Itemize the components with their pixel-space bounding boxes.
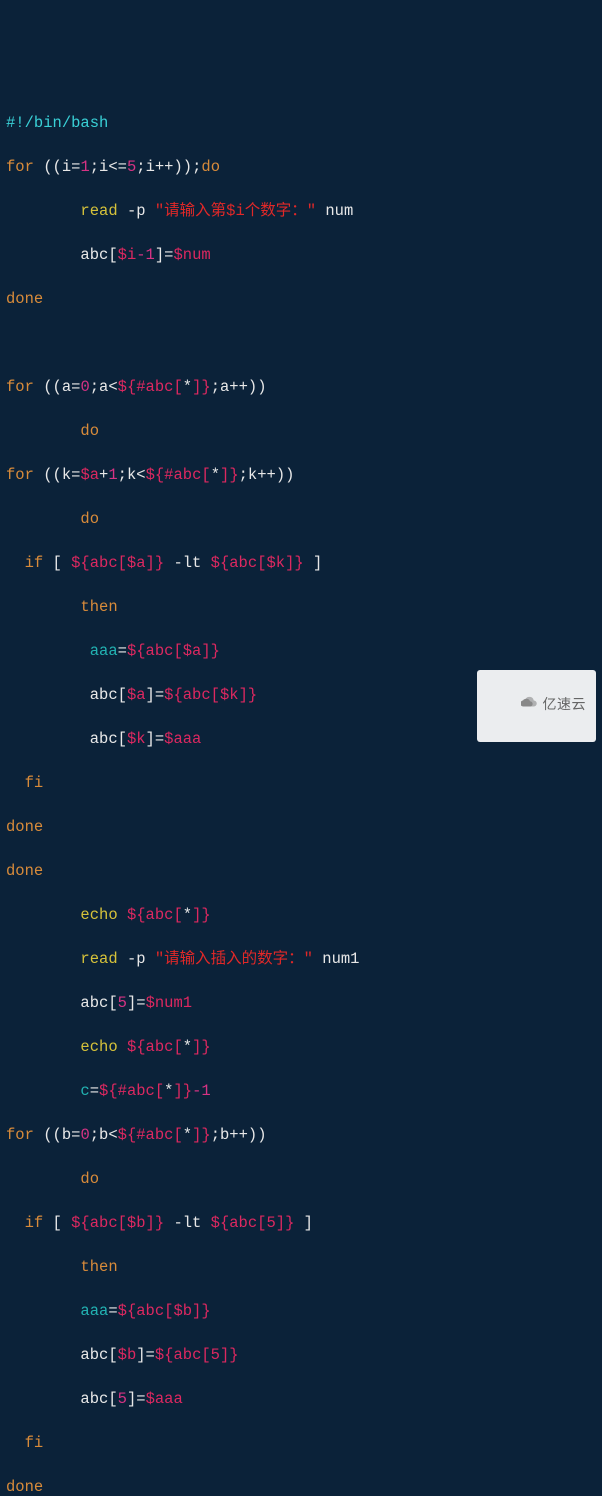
code-line: aaa=${abc[$b]} [6,1300,596,1322]
code-line: done [6,288,596,310]
code-line: done [6,860,596,882]
code-line: echo ${abc[*]} [6,1036,596,1058]
code-line [6,332,596,354]
code-line: done [6,1476,596,1496]
code-line: do [6,420,596,442]
code-line: aaa=${abc[$a]} [6,640,596,662]
code-line: read -p "请输入插入的数字：" num1 [6,948,596,970]
code-line: echo ${abc[*]} [6,904,596,926]
code-block: #!/bin/bash for ((i=1;i<=5;i++));do read… [6,90,596,1496]
watermark: 亿速云 [477,670,596,742]
code-line: then [6,596,596,618]
code-line: abc[5]=$aaa [6,1388,596,1410]
code-line: abc[$b]=${abc[5]} [6,1344,596,1366]
cloud-icon [485,673,539,739]
code-line: if [ ${abc[$a]} -lt ${abc[$k]} ] [6,552,596,574]
code-line: for ((k=$a+1;k<${#abc[*]};k++)) [6,464,596,486]
code-line: abc[5]=$num1 [6,992,596,1014]
code-line: if [ ${abc[$b]} -lt ${abc[5]} ] [6,1212,596,1234]
watermark-text: 亿速云 [543,695,587,717]
code-line: done [6,816,596,838]
code-line: #!/bin/bash [6,112,596,134]
code-line: for ((b=0;b<${#abc[*]};b++)) [6,1124,596,1146]
code-line: fi [6,772,596,794]
code-line: for ((i=1;i<=5;i++));do [6,156,596,178]
code-line: abc[$i-1]=$num [6,244,596,266]
code-line: read -p "请输入第$i个数字：" num [6,200,596,222]
code-line: do [6,508,596,530]
code-line: for ((a=0;a<${#abc[*]};a++)) [6,376,596,398]
code-line: c=${#abc[*]}-1 [6,1080,596,1102]
code-line: fi [6,1432,596,1454]
code-line: do [6,1168,596,1190]
code-line: then [6,1256,596,1278]
